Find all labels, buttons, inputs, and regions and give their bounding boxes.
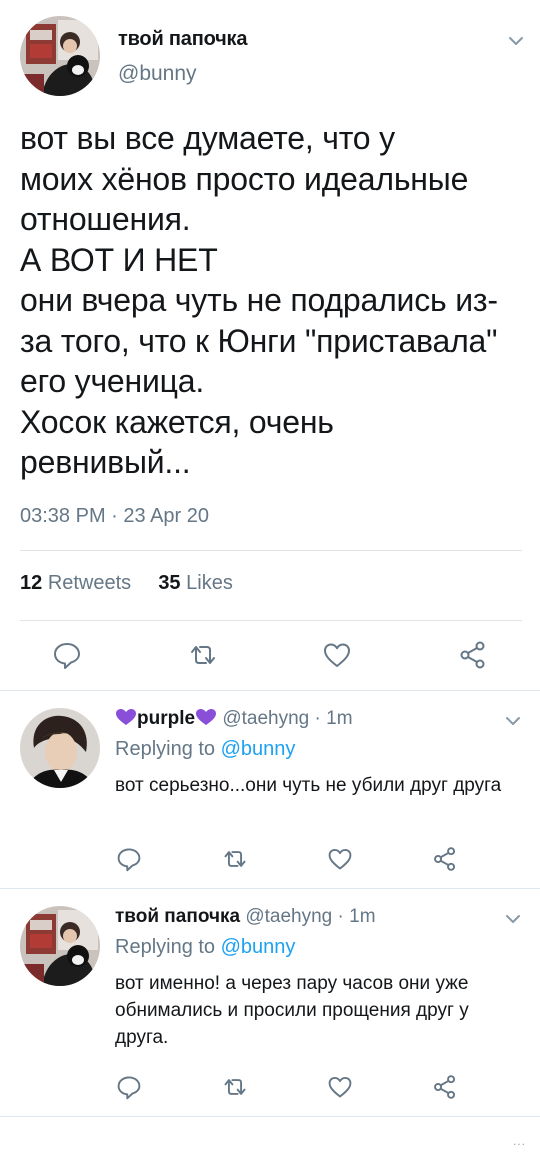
share-icon[interactable] [432,846,458,872]
reply-text: вот именно! а через пару часов они уже о… [115,973,469,1048]
replying-to-link[interactable]: @bunny [221,738,296,760]
replying-to: Replying to @bunny [115,738,295,761]
separator [0,1116,540,1117]
reply-handle-time[interactable]: @taehyng · 1m [222,708,352,729]
chevron-down-icon[interactable] [507,32,525,50]
reply-handle-time[interactable]: @taehyng · 1m [245,906,375,927]
reply-actions [0,846,540,886]
more-indicator: ... [512,1134,526,1148]
tweet-timestamp: 03:38 PM · 23 Apr 20 [20,505,210,527]
separator [0,888,540,889]
reply-header: твой папочка @taehyng · 1m [115,906,376,928]
tweet-stats: 12 Retweets 35 Likes [20,572,233,595]
author-handle[interactable]: @bunny [118,62,197,86]
chevron-down-icon[interactable] [504,712,522,730]
reply-header: purple @taehyng · 1m [115,708,353,730]
author-name[interactable]: твой папочка [118,28,247,51]
retweet-icon[interactable] [188,640,218,670]
replying-prefix: Replying to [115,738,221,760]
avatar[interactable] [20,906,100,986]
reply-author-name[interactable]: purple [137,708,195,729]
like-icon[interactable] [327,846,353,872]
separator [0,690,540,691]
divider [20,550,522,551]
divider [20,620,522,621]
avatar[interactable] [20,16,100,96]
retweet-icon[interactable] [222,1074,248,1100]
like-icon[interactable] [322,640,352,670]
avatar[interactable] [20,708,100,788]
chevron-down-icon[interactable] [504,910,522,928]
tweet-text: вот вы все думаете, что у моих хёнов про… [20,120,498,480]
retweet-icon[interactable] [222,846,248,872]
replying-to: Replying to @bunny [115,936,295,959]
share-icon[interactable] [432,1074,458,1100]
likes-label[interactable]: Likes [186,572,233,594]
reply-actions [0,1074,540,1114]
reply-icon[interactable] [116,846,142,872]
reply-text: вот серьезно...они чуть не убили друг др… [115,775,502,796]
share-icon[interactable] [458,640,488,670]
replying-to-link[interactable]: @bunny [221,936,296,958]
reply-icon[interactable] [52,640,82,670]
reply-tweet[interactable]: purple @taehyng · 1m Replying to @bunny … [0,708,540,878]
purple-heart-icon [116,709,136,725]
reply-tweet[interactable]: твой папочка @taehyng · 1m Replying to @… [0,906,540,1106]
reply-author-name[interactable]: твой папочка [115,906,240,927]
main-tweet-actions [0,640,540,680]
like-icon[interactable] [327,1074,353,1100]
replying-prefix: Replying to [115,936,221,958]
purple-heart-icon [196,709,217,725]
reply-icon[interactable] [116,1074,142,1100]
likes-count[interactable]: 35 [158,572,180,594]
main-tweet-header: твой папочка @bunny [20,16,525,100]
retweets-count[interactable]: 12 [20,572,42,594]
retweets-label[interactable]: Retweets [48,572,131,594]
